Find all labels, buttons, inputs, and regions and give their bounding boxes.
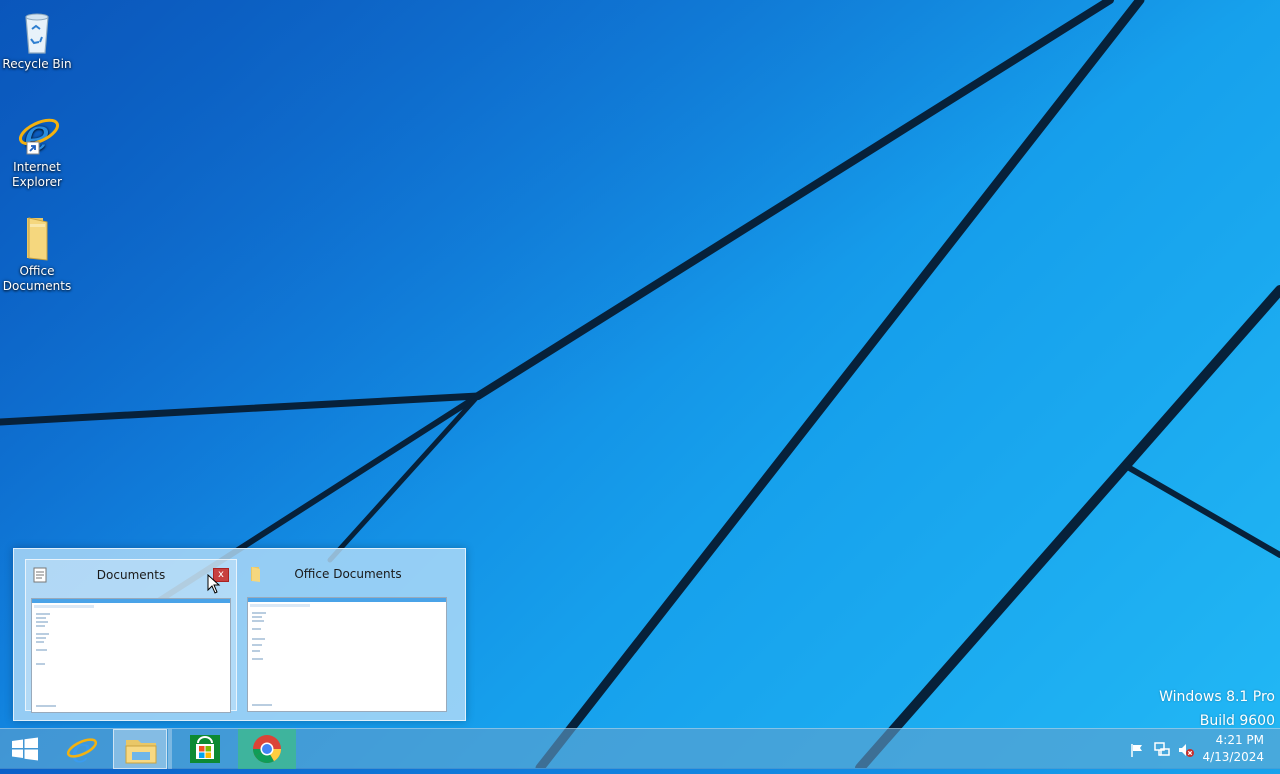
window-preview xyxy=(31,598,231,713)
thumbnail-title: Documents xyxy=(96,568,166,582)
desktop-icon-office-documents[interactable]: Office Documents xyxy=(0,214,74,294)
taskbar-store[interactable] xyxy=(178,729,232,769)
store-icon xyxy=(190,735,220,763)
desktop-icon-label: Documents xyxy=(2,279,72,293)
thumbnail-title: Office Documents xyxy=(294,567,402,581)
window-preview xyxy=(247,597,447,712)
thumbnail-office-documents[interactable]: Office Documents xyxy=(242,559,454,712)
recycle-bin-icon xyxy=(13,7,61,55)
desktop-icon-internet-explorer[interactable]: e Internet Explorer xyxy=(0,110,74,190)
desktop-icon-label: Recycle Bin xyxy=(2,57,72,71)
desktop-icon-label: Office xyxy=(19,264,55,278)
watermark-edition: Windows 8.1 Pro xyxy=(1159,689,1275,705)
chrome-icon xyxy=(253,735,281,763)
desktop-icon-label: Internet xyxy=(13,160,61,174)
file-explorer-icon xyxy=(125,740,157,764)
internet-explorer-icon: e xyxy=(66,731,98,771)
desktop-icon-recycle-bin[interactable]: Recycle Bin xyxy=(0,7,74,72)
windows-version-watermark: Windows 8.1 Pro Build 9600 xyxy=(1159,685,1275,733)
mouse-cursor xyxy=(207,574,221,594)
action-center-flag-icon[interactable] xyxy=(1129,742,1145,758)
taskbar: e xyxy=(0,728,1280,771)
internet-explorer-icon: e xyxy=(13,110,61,161)
taskbar-internet-explorer[interactable]: e xyxy=(55,729,107,771)
taskbar-google-chrome[interactable] xyxy=(238,729,296,769)
windows-logo-icon xyxy=(12,737,38,761)
svg-text:e: e xyxy=(71,731,91,769)
desktop-icon-label: Explorer xyxy=(12,175,62,189)
clock-date[interactable]: 4/13/2024 xyxy=(1184,750,1264,764)
network-icon[interactable] xyxy=(1153,741,1171,759)
folder-icon xyxy=(13,214,61,262)
taskbar-open-indicator xyxy=(168,729,172,769)
clock-time[interactable]: 4:21 PM xyxy=(1184,733,1264,747)
taskbar-thumbnail-preview: Documents x Office Documents xyxy=(13,548,466,721)
thumbnail-documents[interactable]: Documents x xyxy=(25,559,237,713)
start-button[interactable] xyxy=(0,729,50,769)
taskbar-file-explorer[interactable] xyxy=(113,729,167,769)
